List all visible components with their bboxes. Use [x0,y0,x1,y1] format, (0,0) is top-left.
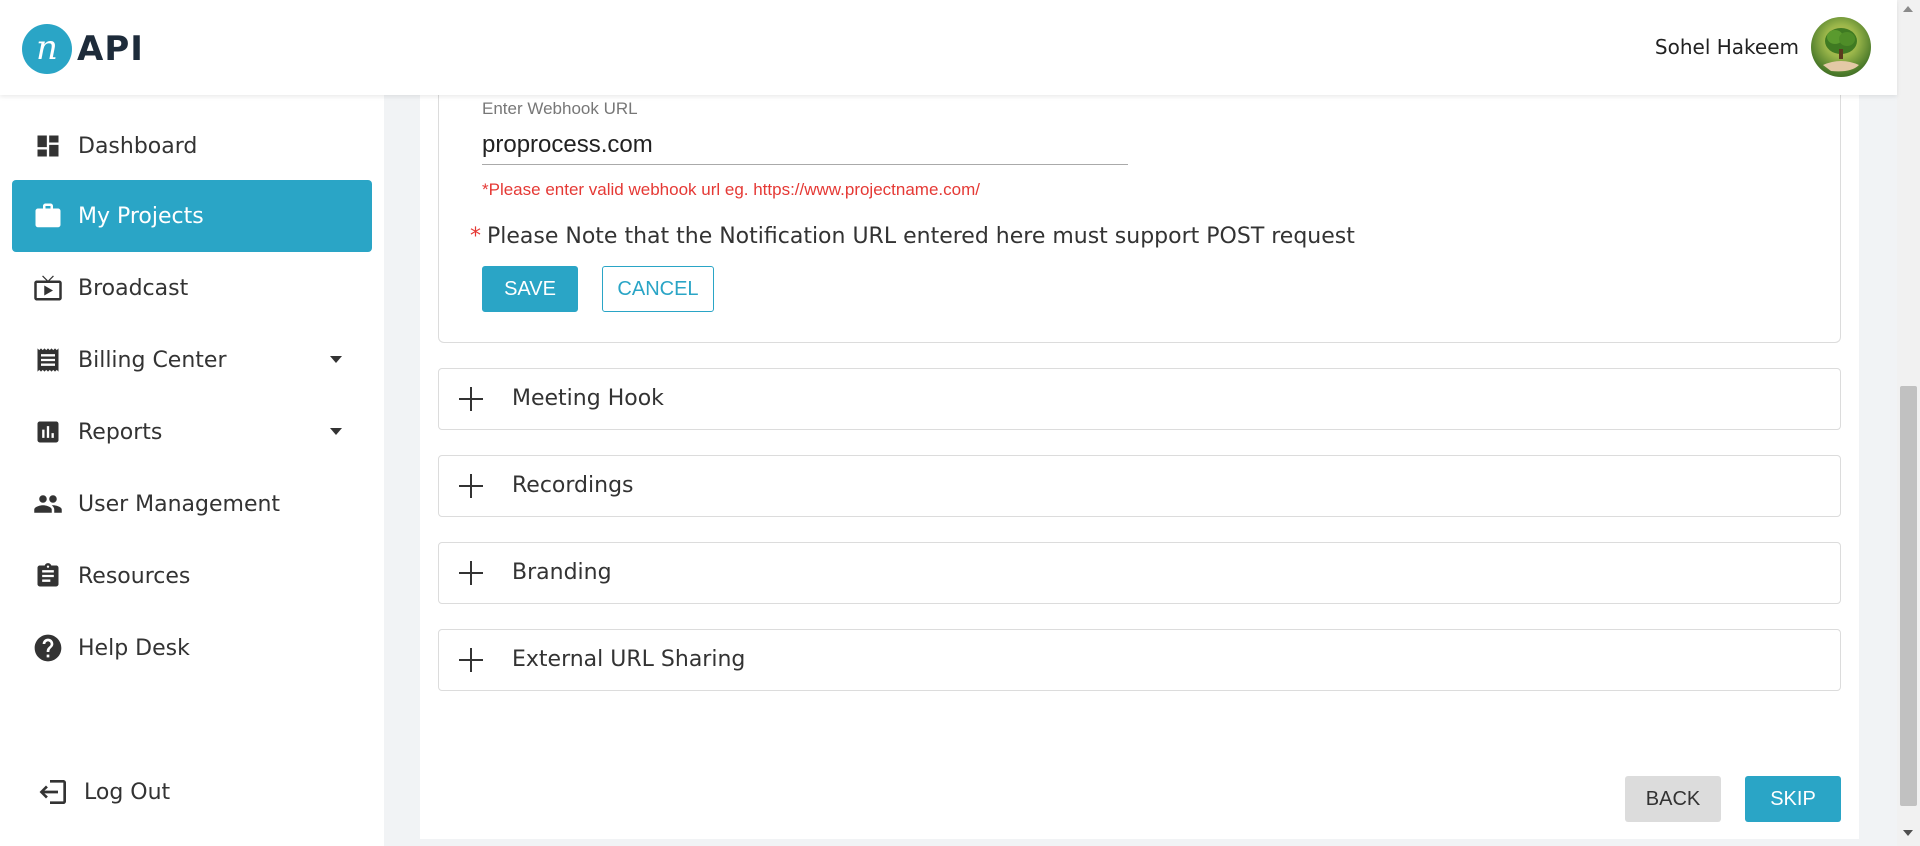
sidebar-item-label: User Management [78,491,281,517]
accordion-label: Recordings [512,473,634,498]
webhook-note-text: Please Note that the Notification URL en… [487,224,1355,249]
user-name: Sohel Hakeem [1654,35,1799,59]
briefcase-icon [32,200,64,232]
dashboard-icon [32,130,64,162]
logo-text: API [77,29,144,69]
accordion-external-url-sharing[interactable]: External URL Sharing [438,629,1841,691]
clipboard-icon [32,560,64,592]
cancel-button[interactable]: CANCEL [602,266,714,312]
webhook-url-input[interactable] [482,125,1128,165]
scroll-down-arrow-icon[interactable] [1903,830,1913,836]
sidebar-item-label: Reports [78,419,163,445]
app-logo[interactable]: n API [22,24,144,74]
chevron-down-icon[interactable] [330,356,342,363]
top-header: n API Sohel Hakeem [0,0,1897,95]
logo-mark: n [22,24,72,74]
plus-icon [459,648,483,672]
bar-chart-icon [32,416,64,448]
webhook-url-error: *Please enter valid webhook url eg. http… [482,180,980,199]
sidebar: Dashboard My Projects Broadcast Billing … [0,95,384,846]
save-button[interactable]: SAVE [482,266,578,312]
sidebar-item-dashboard[interactable]: Dashboard [12,110,372,182]
broadcast-icon [32,272,64,304]
webhook-url-label: Enter Webhook URL [482,99,638,118]
users-icon [32,488,64,520]
help-icon [32,632,64,664]
plus-icon [459,387,483,411]
receipt-icon [32,344,64,376]
sidebar-item-label: Resources [78,563,191,589]
logout-label: Log Out [84,779,171,805]
page-scrollbar[interactable] [1897,0,1920,846]
sidebar-item-billing-center[interactable]: Billing Center [12,324,372,396]
sidebar-item-label: Dashboard [78,133,198,159]
sidebar-item-reports[interactable]: Reports [12,396,372,468]
back-button[interactable]: BACK [1625,776,1721,822]
sidebar-item-label: Billing Center [78,347,227,373]
accordion-label: Meeting Hook [512,386,664,411]
avatar[interactable] [1811,17,1871,77]
sidebar-item-broadcast[interactable]: Broadcast [12,252,372,324]
webhook-note: * Please Note that the Notification URL e… [470,224,1355,249]
user-menu[interactable]: Sohel Hakeem [1655,17,1871,77]
skip-button[interactable]: SKIP [1745,776,1841,822]
accordion-meeting-hook[interactable]: Meeting Hook [438,368,1841,430]
accordion-branding[interactable]: Branding [438,542,1841,604]
scrollbar-thumb[interactable] [1900,386,1917,806]
logout-button[interactable]: Log Out [38,776,170,808]
sidebar-item-user-management[interactable]: User Management [12,468,372,540]
chevron-down-icon[interactable] [330,428,342,435]
accordion-recordings[interactable]: Recordings [438,455,1841,517]
sidebar-item-my-projects[interactable]: My Projects [12,180,372,252]
sidebar-item-label: My Projects [78,203,204,229]
scroll-up-arrow-icon[interactable] [1903,6,1913,12]
accordion-label: Branding [512,560,612,585]
sidebar-item-resources[interactable]: Resources [12,540,372,612]
accordion-label: External URL Sharing [512,647,746,672]
logout-icon [38,776,70,808]
sidebar-item-help-desk[interactable]: Help Desk [12,612,372,684]
required-star: * [470,224,481,249]
sidebar-item-label: Broadcast [78,275,189,301]
plus-icon [459,474,483,498]
sidebar-item-label: Help Desk [78,635,190,661]
plus-icon [459,561,483,585]
